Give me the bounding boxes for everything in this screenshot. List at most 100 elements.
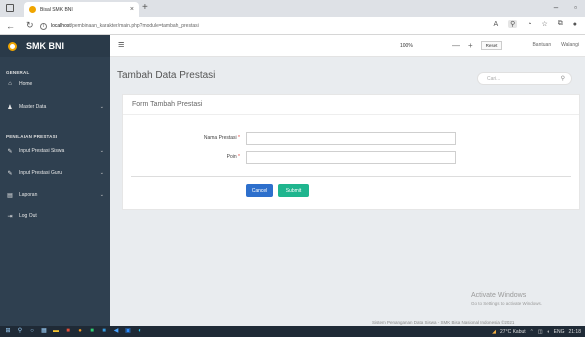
sidebar-item-laporan[interactable]: ▤ Laporan ⌄: [0, 188, 110, 202]
app-icon[interactable]: ▣: [124, 328, 132, 335]
form-title: Form Tambah Prestasi: [132, 101, 203, 108]
required-mark: *: [238, 135, 240, 141]
required-mark: *: [238, 154, 240, 160]
read-aloud-icon[interactable]: A: [493, 21, 498, 28]
network-icon[interactable]: ◫: [538, 329, 543, 335]
page-footer: Sistem Penanganan Data Siswa - SMK Bisa …: [372, 320, 515, 325]
favicon-icon: [29, 6, 36, 13]
top-bar: ≡ 100% — + Reset Bantuan Walangi: [110, 35, 585, 57]
sidebar-item-log-out[interactable]: ⇥ Log Out: [0, 209, 110, 223]
users-icon: ♟: [7, 104, 13, 111]
explorer-icon[interactable]: ▬: [52, 328, 60, 335]
url-host: localhost: [51, 23, 71, 29]
top-links: Bantuan Walangi: [532, 42, 579, 48]
search-icon[interactable]: ⚲: [16, 328, 24, 335]
cancel-button[interactable]: Cancel: [246, 184, 273, 197]
volume-icon[interactable]: ◖: [547, 329, 550, 335]
info-icon[interactable]: i: [40, 22, 47, 30]
zoom-out-button[interactable]: —: [452, 41, 460, 50]
back-icon[interactable]: ←: [6, 21, 20, 31]
form-divider: [131, 176, 571, 177]
address-bar: ← ↻ i localhost /pembinaan_karakter/main…: [0, 17, 585, 35]
tray-overflow-icon[interactable]: ⌃: [530, 329, 534, 335]
search-input[interactable]: Cari... ⚲: [477, 72, 572, 85]
reload-icon[interactable]: ↻: [26, 20, 40, 31]
app-icon[interactable]: ■: [64, 328, 72, 335]
window-controls: – ▫: [554, 3, 577, 12]
home-icon: ⌂: [8, 81, 12, 87]
os-taskbar: ⊞ ⚲ ○ ▦ ▬ ■ ● ■ ■ ◀ ▣ ◐ ◢ 27°C Kabut ⌃ ◫…: [0, 326, 585, 337]
search-icon[interactable]: ⚲: [561, 75, 565, 82]
logout-icon: ⇥: [7, 213, 13, 220]
sidebar-item-label: Master Data: [19, 104, 47, 110]
minimize-icon[interactable]: –: [554, 3, 558, 12]
poin-input[interactable]: [246, 151, 456, 164]
sidebar-item-label: Home: [19, 81, 33, 87]
sidebar-item-label: Laporan: [19, 192, 38, 198]
app-icon[interactable]: ■: [100, 328, 108, 335]
favorite-icon[interactable]: ☆: [541, 20, 547, 28]
chevron-down-icon: ⌄: [99, 148, 104, 154]
address-bar-icons: A ⚲ ◔ ☆ ⧉ ●: [493, 20, 577, 28]
edit-icon: ✎: [7, 148, 13, 155]
collections-icon[interactable]: ⧉: [558, 20, 563, 28]
zoom-icon[interactable]: ⚲: [508, 20, 518, 28]
app-icon[interactable]: ■: [88, 328, 96, 335]
zoom-in-button[interactable]: +: [468, 41, 473, 50]
page-title: Tambah Data Prestasi: [117, 70, 216, 81]
start-icon[interactable]: ⊞: [4, 328, 12, 335]
chevron-down-icon: ⌄: [99, 104, 104, 110]
form-card-header: Form Tambah Prestasi: [123, 95, 579, 115]
brand[interactable]: SMK BNI: [0, 35, 110, 57]
search-placeholder: Cari...: [487, 75, 501, 82]
lang-indicator[interactable]: ENG: [554, 329, 565, 335]
report-icon: ▤: [7, 192, 13, 199]
watermark-subtitle: Go to Settings to activate Windows.: [471, 301, 543, 306]
app-icon[interactable]: ●: [76, 328, 84, 335]
clock[interactable]: 21:18: [568, 329, 581, 335]
weather-icon: ◢: [492, 328, 497, 335]
app-icon[interactable]: ◀: [112, 328, 120, 335]
sidebar-item-home[interactable]: ⌂ Home: [0, 77, 110, 91]
new-tab-button[interactable]: +: [142, 2, 148, 13]
poin-label: Poin *: [226, 154, 240, 160]
profile-icon[interactable]: ●: [573, 21, 577, 28]
task-view-icon[interactable]: ○: [28, 328, 36, 335]
system-tray: ◢ 27°C Kabut ⌃ ◫ ◖ ENG 21:18: [492, 327, 581, 336]
widgets-icon[interactable]: ▦: [40, 328, 48, 335]
sidebar-item-master-data[interactable]: ♟ Master Data ⌄: [0, 100, 110, 114]
close-tab-icon[interactable]: ×: [130, 6, 134, 13]
chevron-down-icon: ⌄: [99, 170, 104, 176]
chevron-down-icon: ⌄: [99, 192, 104, 198]
tracking-icon[interactable]: ◔: [527, 21, 531, 28]
sidebar-item-label: Log Out: [19, 213, 37, 219]
zoom-level: 100%: [400, 42, 413, 49]
zoom-reset-button[interactable]: Reset: [480, 41, 503, 50]
logo-icon: [8, 41, 17, 51]
menu-toggle-icon[interactable]: ≡: [118, 40, 124, 51]
sidebar-item-label: Input Prestasi Siswa: [19, 148, 65, 154]
sidebar-item-input-prestasi-siswa[interactable]: ✎ Input Prestasi Siswa ⌄: [0, 144, 110, 158]
activation-watermark: Activate Windows Go to Settings to activ…: [471, 292, 542, 306]
nama-prestasi-input[interactable]: [246, 132, 456, 145]
browser-tab-bar: Bisal SMK BNI × + – ▫: [0, 0, 585, 17]
tab-actions-icon[interactable]: [6, 4, 14, 12]
zoom-control: 100% — + Reset: [400, 41, 503, 50]
sidebar-item-input-prestasi-guru[interactable]: ✎ Input Prestasi Guru ⌄: [0, 166, 110, 180]
weather-text[interactable]: 27°C Kabut: [500, 329, 526, 335]
edit-icon: ✎: [7, 170, 13, 177]
user-menu[interactable]: Walangi: [561, 42, 579, 48]
url-field[interactable]: i localhost /pembinaan_karakter/main.php…: [40, 19, 460, 33]
maximize-icon[interactable]: ▫: [574, 3, 577, 12]
watermark-title: Activate Windows: [471, 292, 527, 299]
submit-button[interactable]: Submit: [278, 184, 309, 197]
url-path: /pembinaan_karakter/main.php?module=tamb…: [70, 23, 199, 29]
tab-title: Bisal SMK BNI: [40, 6, 73, 13]
nama-prestasi-label: Nama Prestasi *: [203, 135, 240, 141]
sidebar-item-label: Input Prestasi Guru: [19, 170, 63, 176]
browser-icon[interactable]: ◐: [136, 328, 144, 335]
bantuan-link[interactable]: Bantuan: [532, 42, 551, 48]
sidebar: SMK BNI GENERAL ⌂ Home ♟ Master Data ⌄ P…: [0, 35, 110, 326]
brand-name: SMK BNI: [26, 41, 64, 51]
browser-tab[interactable]: Bisal SMK BNI ×: [24, 2, 139, 17]
